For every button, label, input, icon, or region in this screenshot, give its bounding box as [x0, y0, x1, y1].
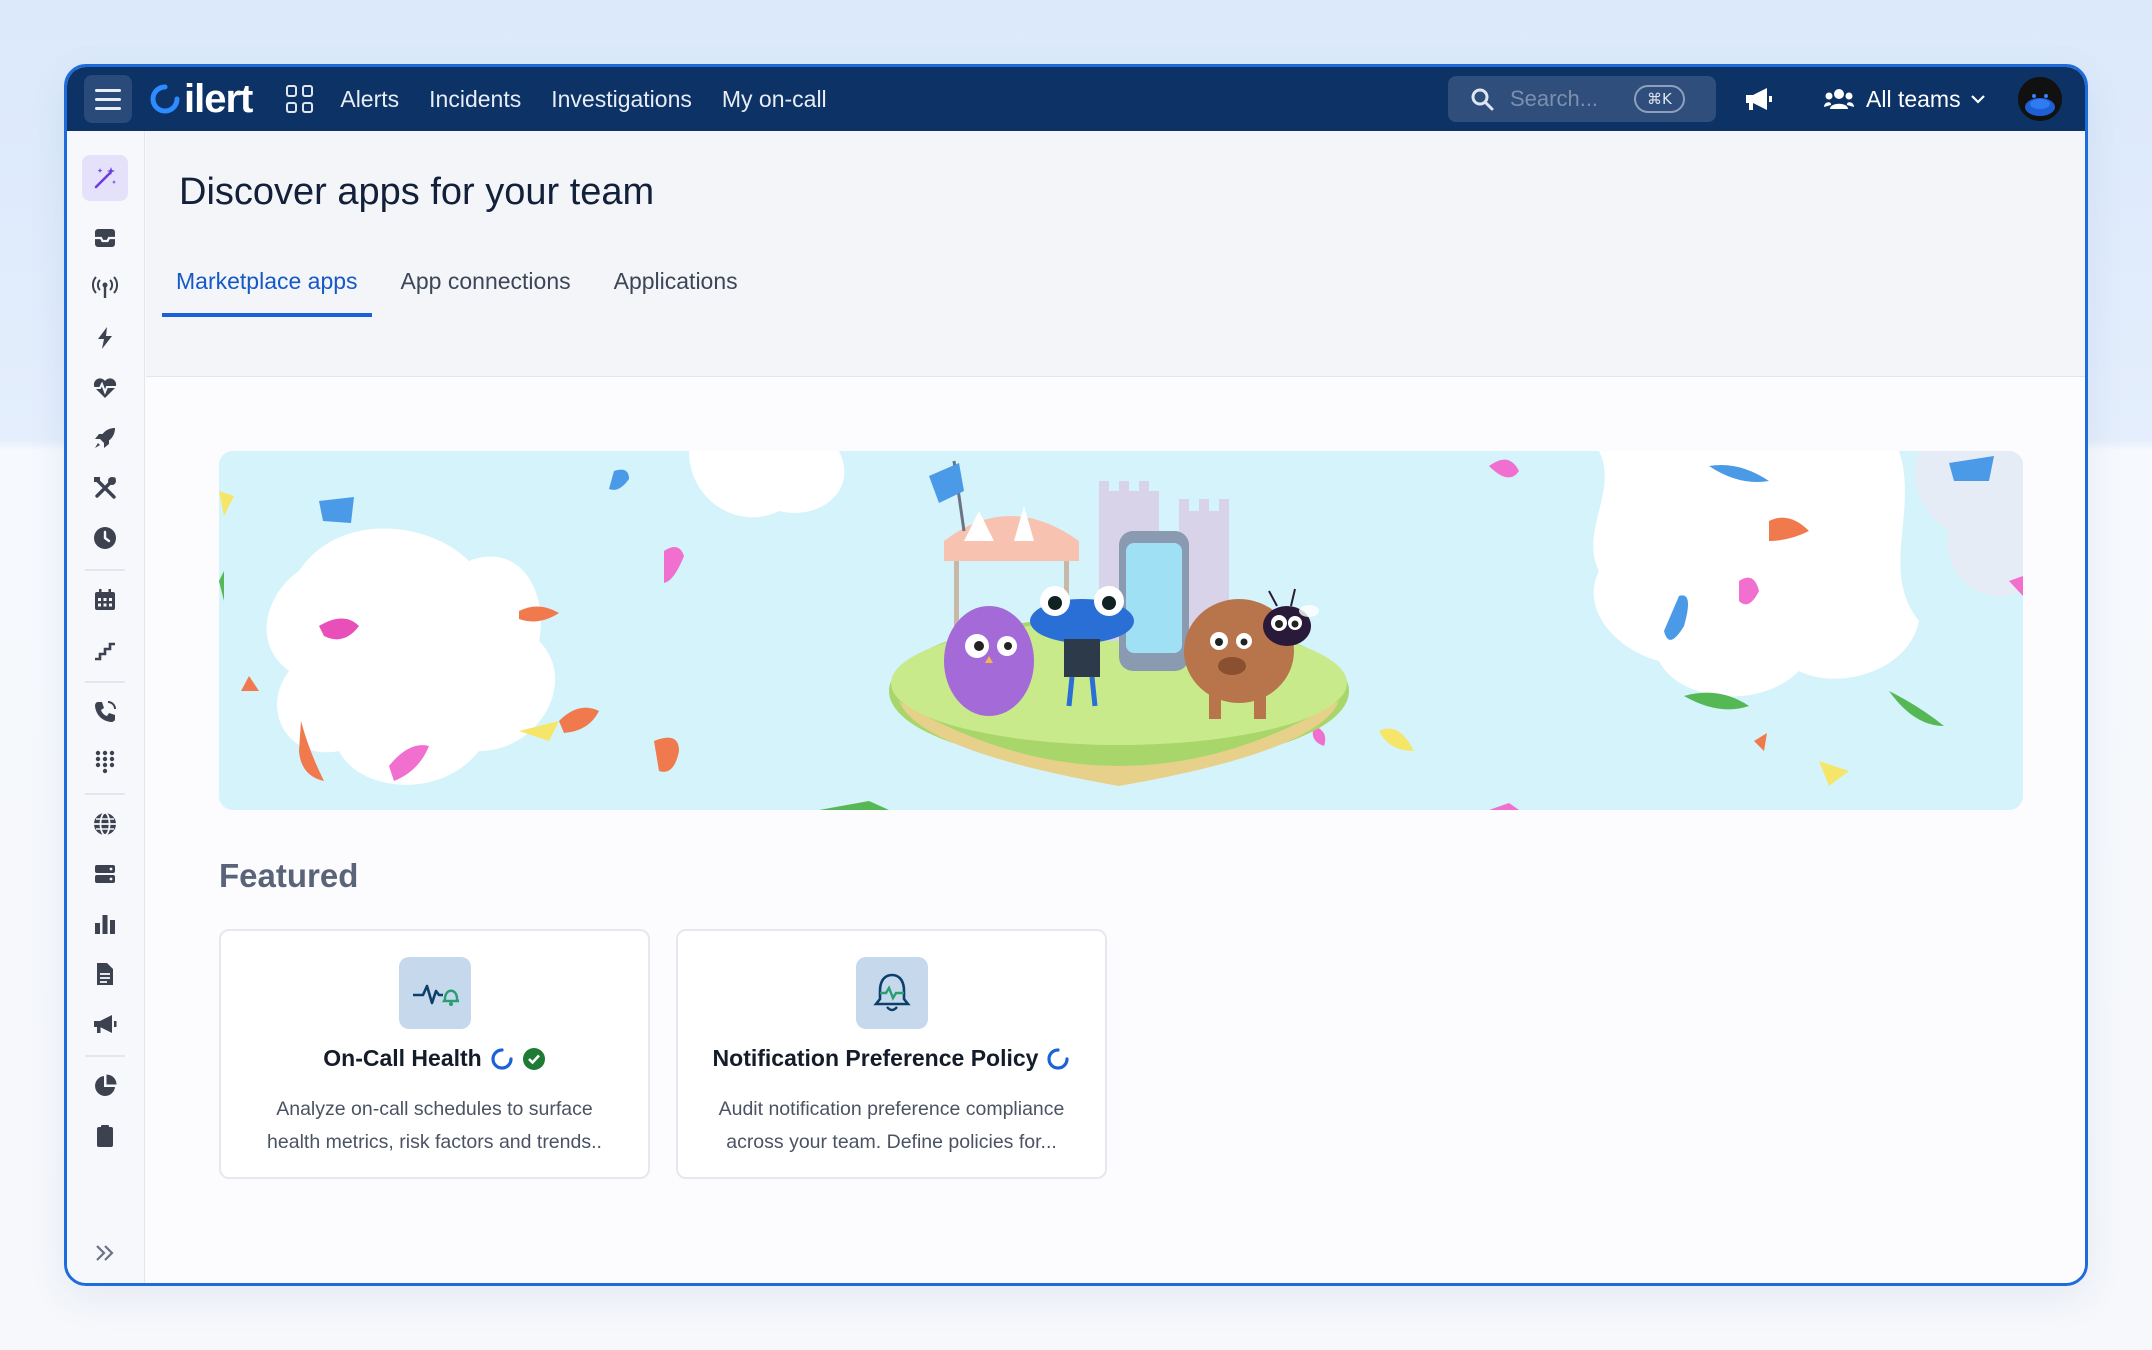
app-card-on-call-health[interactable]: On-Call Health Analyze on-call schedules… — [219, 929, 650, 1179]
app-card-title: Notification Preference Policy — [712, 1045, 1039, 1071]
heartbeat-icon — [93, 378, 117, 398]
nav-investigations[interactable]: Investigations — [551, 86, 692, 113]
inbox-icon — [95, 229, 115, 247]
globe-icon — [94, 812, 116, 836]
sidebar-item-escalations[interactable] — [82, 627, 128, 673]
clipboard-icon — [97, 1125, 113, 1147]
health-pulse-bell-icon — [413, 984, 459, 1006]
user-avatar[interactable] — [2018, 77, 2062, 121]
phone-icon — [95, 701, 116, 722]
sidebar-divider — [85, 1055, 125, 1057]
sidebar — [67, 131, 145, 1283]
main-content: Discover apps for your team Marketplace … — [146, 131, 2085, 1283]
chevron-down-icon — [1970, 95, 1985, 104]
search-box[interactable]: ⌘K — [1448, 76, 1716, 122]
announcements-megaphone-icon[interactable] — [1743, 85, 1775, 113]
app-switcher-icon[interactable] — [286, 85, 314, 113]
sidebar-divider — [85, 681, 125, 683]
app-card-title-row: On-Call Health — [221, 1045, 648, 1072]
nav-incidents[interactable]: Incidents — [429, 86, 521, 113]
clock-icon — [94, 527, 116, 549]
sidebar-item-status-pages[interactable] — [82, 801, 128, 847]
search-shortcut-badge: ⌘K — [1634, 85, 1685, 113]
sidebar-item-metrics[interactable] — [82, 901, 128, 947]
menu-button[interactable] — [84, 75, 132, 123]
sidebar-item-schedules[interactable] — [82, 577, 128, 623]
tab-bar: Marketplace apps App connections Applica… — [162, 254, 767, 317]
verified-check-icon — [522, 1047, 545, 1070]
ilert-logo-icon — [150, 84, 180, 114]
tools-icon — [94, 477, 116, 499]
app-card-notification-preference-policy[interactable]: Notification Preference Policy Audit not… — [676, 929, 1107, 1179]
sidebar-item-services[interactable] — [82, 851, 128, 897]
nav-my-on-call[interactable]: My on-call — [722, 86, 827, 113]
ilert-logo-icon — [1047, 1047, 1070, 1070]
featured-heading: Featured — [219, 857, 359, 894]
nav-alerts[interactable]: Alerts — [340, 86, 399, 113]
team-selector[interactable]: All teams — [1824, 67, 1997, 131]
marketplace-banner — [219, 451, 2023, 810]
app-window: ilert Alerts Incidents Investigations My… — [64, 64, 2088, 1286]
server-icon — [95, 865, 115, 883]
sidebar-divider — [85, 569, 125, 571]
sidebar-item-magic[interactable] — [82, 155, 128, 201]
dialpad-icon — [95, 750, 115, 774]
sidebar-item-call-routing[interactable] — [82, 689, 128, 735]
team-users-icon — [1824, 89, 1854, 109]
tab-applications[interactable]: Applications — [600, 254, 752, 317]
lightning-icon — [98, 327, 112, 349]
sidebar-item-events[interactable] — [82, 315, 128, 361]
ilert-logo-icon — [491, 1047, 513, 1070]
app-card-description: Audit notification preference compliance… — [718, 1098, 1065, 1153]
megaphone-icon — [94, 1015, 117, 1033]
app-card-title-row: Notification Preference Policy — [678, 1045, 1105, 1072]
banner-illustration — [219, 451, 2023, 810]
app-icon — [399, 957, 471, 1029]
sidebar-item-deployments[interactable] — [82, 415, 128, 461]
page-title: Discover apps for your team — [179, 171, 655, 213]
rocket-icon — [95, 428, 115, 448]
expand-sidebar-icon[interactable] — [89, 1237, 121, 1269]
document-icon — [97, 963, 113, 985]
notification-bell-icon — [873, 973, 911, 1012]
team-selector-label: All teams — [1866, 85, 1961, 112]
magic-wand-icon — [94, 167, 116, 189]
sidebar-divider — [85, 793, 125, 795]
avatar-image — [2018, 77, 2062, 121]
pie-chart-icon — [95, 1074, 117, 1096]
bar-chart-icon — [95, 915, 115, 934]
sidebar-item-announcements[interactable] — [82, 1001, 128, 1047]
search-icon — [1471, 88, 1494, 111]
escalation-icon — [95, 642, 115, 661]
page-header: Discover apps for your team Marketplace … — [146, 131, 2085, 377]
top-bar: ilert Alerts Incidents Investigations My… — [67, 67, 2085, 131]
app-card-description: Analyze on-call schedules to surface hea… — [267, 1098, 602, 1153]
sidebar-item-tools[interactable] — [82, 465, 128, 511]
sidebar-item-dialpad[interactable] — [82, 739, 128, 785]
sidebar-item-antenna[interactable] — [82, 265, 128, 311]
tab-marketplace-apps[interactable]: Marketplace apps — [162, 254, 372, 317]
tab-app-connections[interactable]: App connections — [387, 254, 585, 317]
sidebar-item-inbox[interactable] — [82, 215, 128, 261]
logo[interactable]: ilert — [150, 77, 253, 121]
sidebar-item-heartbeat[interactable] — [82, 365, 128, 411]
app-card-title: On-Call Health — [323, 1045, 482, 1071]
antenna-icon — [92, 276, 118, 298]
calendar-icon — [95, 589, 115, 610]
sidebar-item-reports[interactable] — [82, 1063, 128, 1109]
logo-text: ilert — [184, 77, 253, 121]
top-nav: Alerts Incidents Investigations My on-ca… — [340, 86, 826, 113]
sidebar-item-postmortems[interactable] — [82, 951, 128, 997]
sidebar-item-history[interactable] — [82, 515, 128, 561]
search-input[interactable] — [1510, 86, 1630, 112]
sidebar-item-audit[interactable] — [82, 1113, 128, 1159]
app-icon — [856, 957, 928, 1029]
